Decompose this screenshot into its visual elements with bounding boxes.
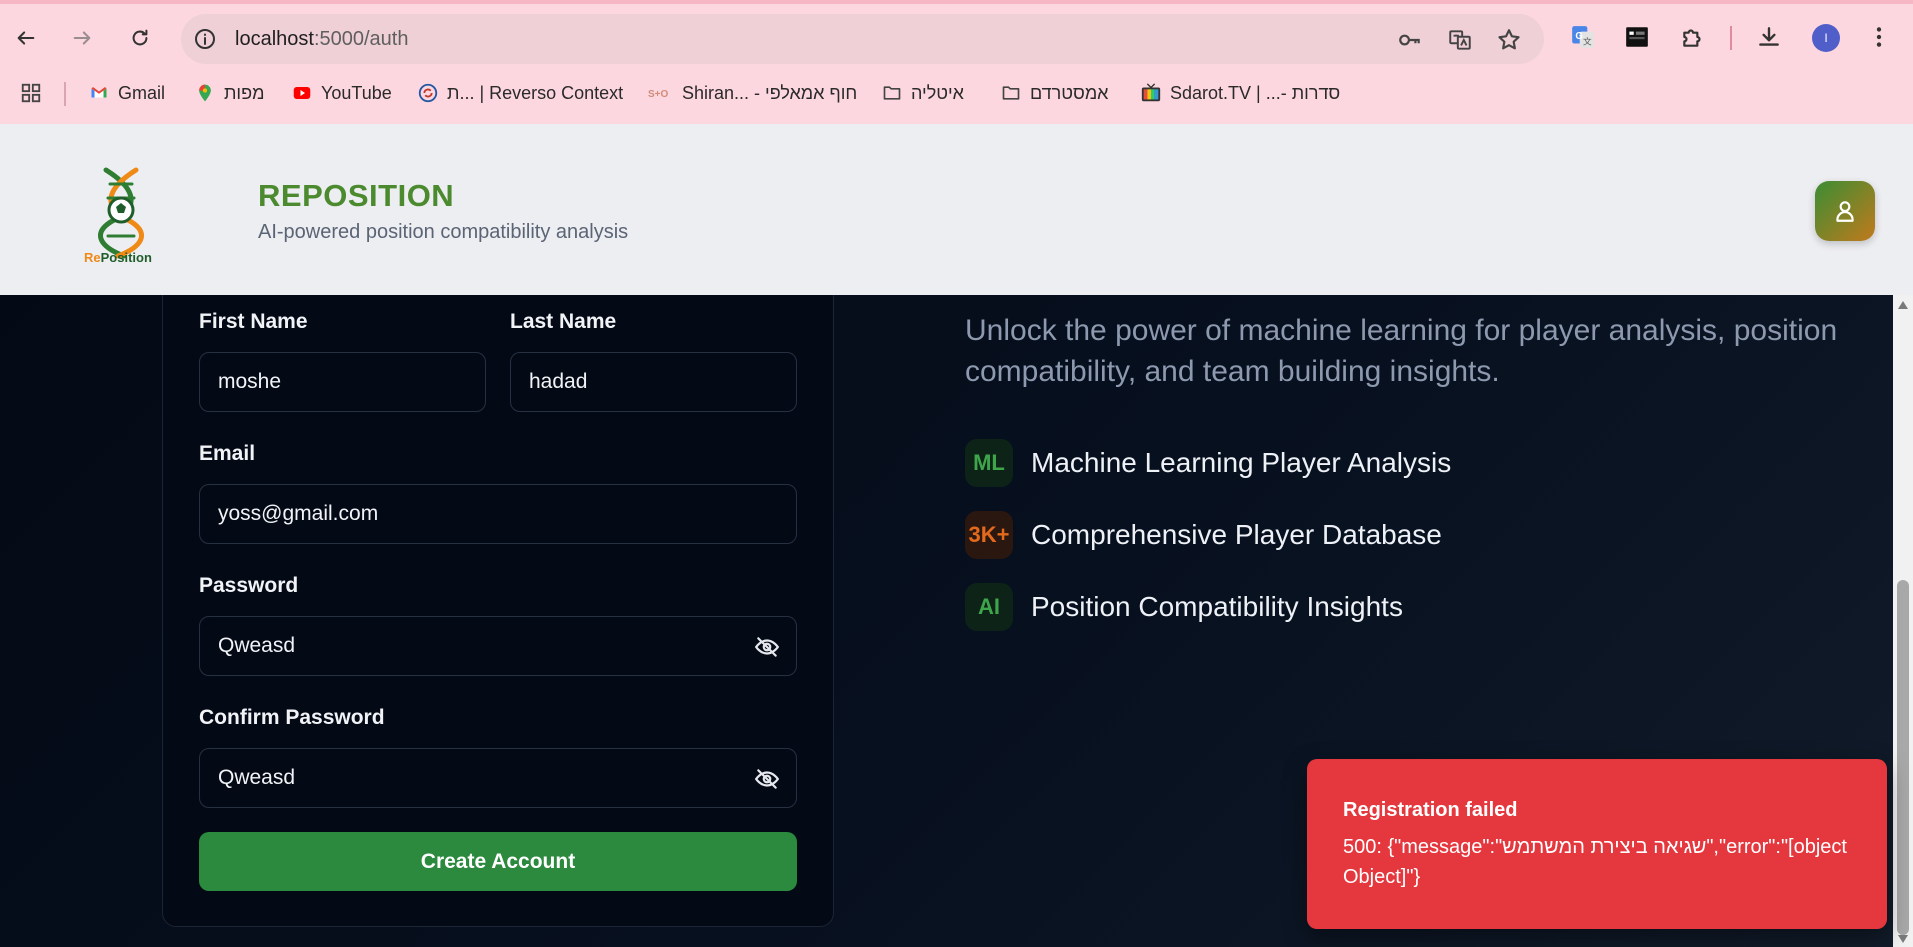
- bookmarks-bar: Gmail מפות YouTube ת... | Reverso Contex…: [0, 76, 1913, 110]
- email-label: Email: [199, 442, 256, 465]
- email-value: yoss@gmail.com: [218, 502, 379, 525]
- reposition-logo[interactable]: RePosition: [78, 164, 162, 265]
- scrollbar-thumb[interactable]: [1897, 580, 1909, 935]
- bookmarks-divider: [64, 82, 66, 106]
- feature-badge: AI: [965, 583, 1013, 631]
- bookmark-sdarot[interactable]: Sdarot.TV | ...- סדרות: [1140, 76, 1340, 110]
- apps-grid-icon: [20, 82, 42, 104]
- first-name-field[interactable]: moshe: [199, 352, 486, 412]
- profile-initial: I: [1824, 31, 1828, 45]
- toolbar-divider: [1730, 26, 1732, 50]
- download-icon[interactable]: [1754, 22, 1784, 52]
- hero-description: Unlock the power of machine learning for…: [965, 314, 1838, 388]
- profile-avatar[interactable]: I: [1812, 24, 1840, 52]
- bookmark-label: Sdarot.TV | ...- סדרות: [1170, 82, 1341, 103]
- logo-text-re: Re: [84, 250, 101, 265]
- scroll-up-arrow-icon[interactable]: [1898, 301, 1908, 309]
- svg-text:G: G: [1575, 31, 1583, 42]
- reverso-icon: [417, 82, 439, 104]
- password-label: Password: [199, 574, 299, 597]
- kebab-menu-icon[interactable]: [1864, 22, 1894, 52]
- apps-button[interactable]: [20, 76, 42, 110]
- error-toast[interactable]: Registration failed 500: {"message":"שגי…: [1307, 759, 1887, 929]
- logo-text-position: Position: [100, 250, 152, 265]
- bookmark-label: Shiran... - חוף אמאלפי: [682, 82, 858, 103]
- maps-icon: [194, 82, 216, 104]
- feature-label: Comprehensive Player Database: [1031, 519, 1442, 550]
- shiran-icon: S+O: [648, 82, 674, 104]
- toast-title: Registration failed: [1343, 799, 1518, 821]
- eye-off-icon[interactable]: [754, 766, 780, 792]
- bookmark-label: מפות: [224, 82, 265, 103]
- confirm-password-value: Qweasd: [218, 766, 296, 789]
- bookmark-folder-amsterdam[interactable]: אמסטרדם: [1000, 76, 1109, 110]
- bookmark-label: YouTube: [321, 82, 392, 103]
- create-account-button[interactable]: Create Account: [199, 832, 797, 891]
- toast-message: 500: {"message":"שגיאה ביצירת המשתמש","e…: [1343, 836, 1847, 888]
- feature-label: Position Compatibility Insights: [1031, 591, 1403, 622]
- eye-off-icon[interactable]: [754, 634, 780, 660]
- url-path: :5000/auth: [313, 28, 409, 50]
- feature-item: ML Machine Learning Player Analysis: [965, 439, 1451, 487]
- back-button[interactable]: [8, 20, 44, 56]
- key-icon[interactable]: [1397, 27, 1423, 53]
- bookmark-youtube[interactable]: YouTube: [291, 76, 392, 110]
- reload-button[interactable]: [122, 20, 158, 56]
- reload-icon: [132, 29, 148, 46]
- bookmark-shiran[interactable]: S+O Shiran... - חוף אמאלפי: [648, 76, 857, 110]
- last-name-field[interactable]: hadad: [510, 352, 797, 412]
- app-header: RePosition REPOSITION AI-powered positio…: [0, 124, 1913, 295]
- email-field[interactable]: yoss@gmail.com: [199, 484, 797, 544]
- tab-extension-icon[interactable]: [1622, 22, 1652, 52]
- bookmark-label: איטליה: [911, 82, 964, 103]
- feature-label: Machine Learning Player Analysis: [1031, 447, 1452, 478]
- svg-text:文: 文: [1583, 36, 1592, 47]
- bookmark-label: אמסטרדם: [1030, 82, 1109, 103]
- page-scrollbar[interactable]: [1893, 295, 1913, 947]
- url-host: localhost: [235, 28, 314, 50]
- bookmark-reverso[interactable]: ת... | Reverso Context: [417, 76, 623, 110]
- sdarot-icon: [1140, 82, 1162, 104]
- translate-icon[interactable]: [1447, 27, 1473, 53]
- folder-icon: [1000, 82, 1022, 104]
- brand-title: REPOSITION: [258, 178, 455, 213]
- browser-chrome: localhost:5000/auth G文 I Gmail מפות YouT…: [0, 0, 1913, 124]
- url-text[interactable]: localhost:5000/auth: [235, 28, 408, 51]
- bookmark-folder-italy[interactable]: איטליה: [881, 76, 964, 110]
- user-menu-button[interactable]: [1815, 181, 1875, 241]
- last-name-value: hadad: [529, 370, 588, 393]
- confirm-password-field[interactable]: Qweasd: [199, 748, 797, 808]
- feature-item: AI Position Compatibility Insights: [965, 583, 1403, 631]
- feature-badge: ML: [965, 439, 1013, 487]
- svg-text:S+O: S+O: [648, 89, 669, 100]
- forward-button[interactable]: [64, 20, 100, 56]
- folder-icon: [881, 82, 903, 104]
- feature-item: 3K+ Comprehensive Player Database: [965, 511, 1442, 559]
- google-translate-extension-icon[interactable]: G文: [1568, 22, 1598, 52]
- last-name-label: Last Name: [510, 310, 617, 333]
- user-icon: [1836, 201, 1854, 222]
- brand-subtitle: AI-powered position compatibility analys…: [258, 221, 629, 243]
- site-info-icon[interactable]: [193, 27, 217, 51]
- feature-badge: 3K+: [965, 511, 1013, 559]
- extensions-icon[interactable]: [1678, 22, 1708, 52]
- arrow-left-icon: [17, 31, 35, 45]
- tab-strip-edge: [0, 0, 1913, 4]
- bookmark-label: ת... | Reverso Context: [447, 82, 624, 103]
- confirm-password-label: Confirm Password: [199, 706, 385, 729]
- bookmark-label: Gmail: [118, 82, 166, 103]
- youtube-icon: [291, 82, 313, 104]
- logo-wordmark: RePosition: [84, 250, 152, 265]
- bookmark-gmail[interactable]: Gmail: [88, 76, 165, 110]
- password-field[interactable]: Qweasd: [199, 616, 797, 676]
- password-value: Qweasd: [218, 634, 296, 657]
- address-bar[interactable]: localhost:5000/auth: [181, 14, 1544, 64]
- arrow-right-icon: [73, 31, 91, 45]
- gmail-icon: [88, 82, 110, 104]
- scroll-down-arrow-icon[interactable]: [1898, 935, 1908, 943]
- first-name-label: First Name: [199, 310, 308, 333]
- first-name-value: moshe: [218, 370, 282, 393]
- star-icon[interactable]: [1496, 27, 1522, 53]
- bookmark-maps[interactable]: מפות: [194, 76, 264, 110]
